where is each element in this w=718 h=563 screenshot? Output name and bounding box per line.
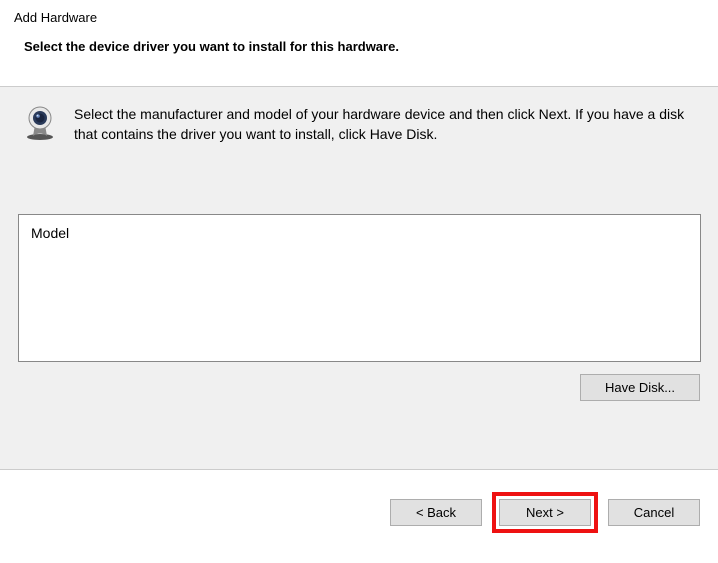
back-button[interactable]: < Back xyxy=(390,499,482,526)
next-button-highlight: Next > xyxy=(492,492,598,533)
next-button[interactable]: Next > xyxy=(499,499,591,526)
camera-icon xyxy=(22,105,58,141)
have-disk-button[interactable]: Have Disk... xyxy=(580,374,700,401)
wizard-footer: < Back Next > Cancel xyxy=(0,470,718,533)
page-subtitle: Select the device driver you want to ins… xyxy=(14,39,704,54)
cancel-button[interactable]: Cancel xyxy=(608,499,700,526)
model-column-header: Model xyxy=(31,225,688,241)
wizard-body: Select the manufacturer and model of you… xyxy=(0,87,718,469)
window-title: Add Hardware xyxy=(14,10,704,25)
instruction-text: Select the manufacturer and model of you… xyxy=(74,105,700,144)
model-list[interactable]: Model xyxy=(18,214,701,362)
